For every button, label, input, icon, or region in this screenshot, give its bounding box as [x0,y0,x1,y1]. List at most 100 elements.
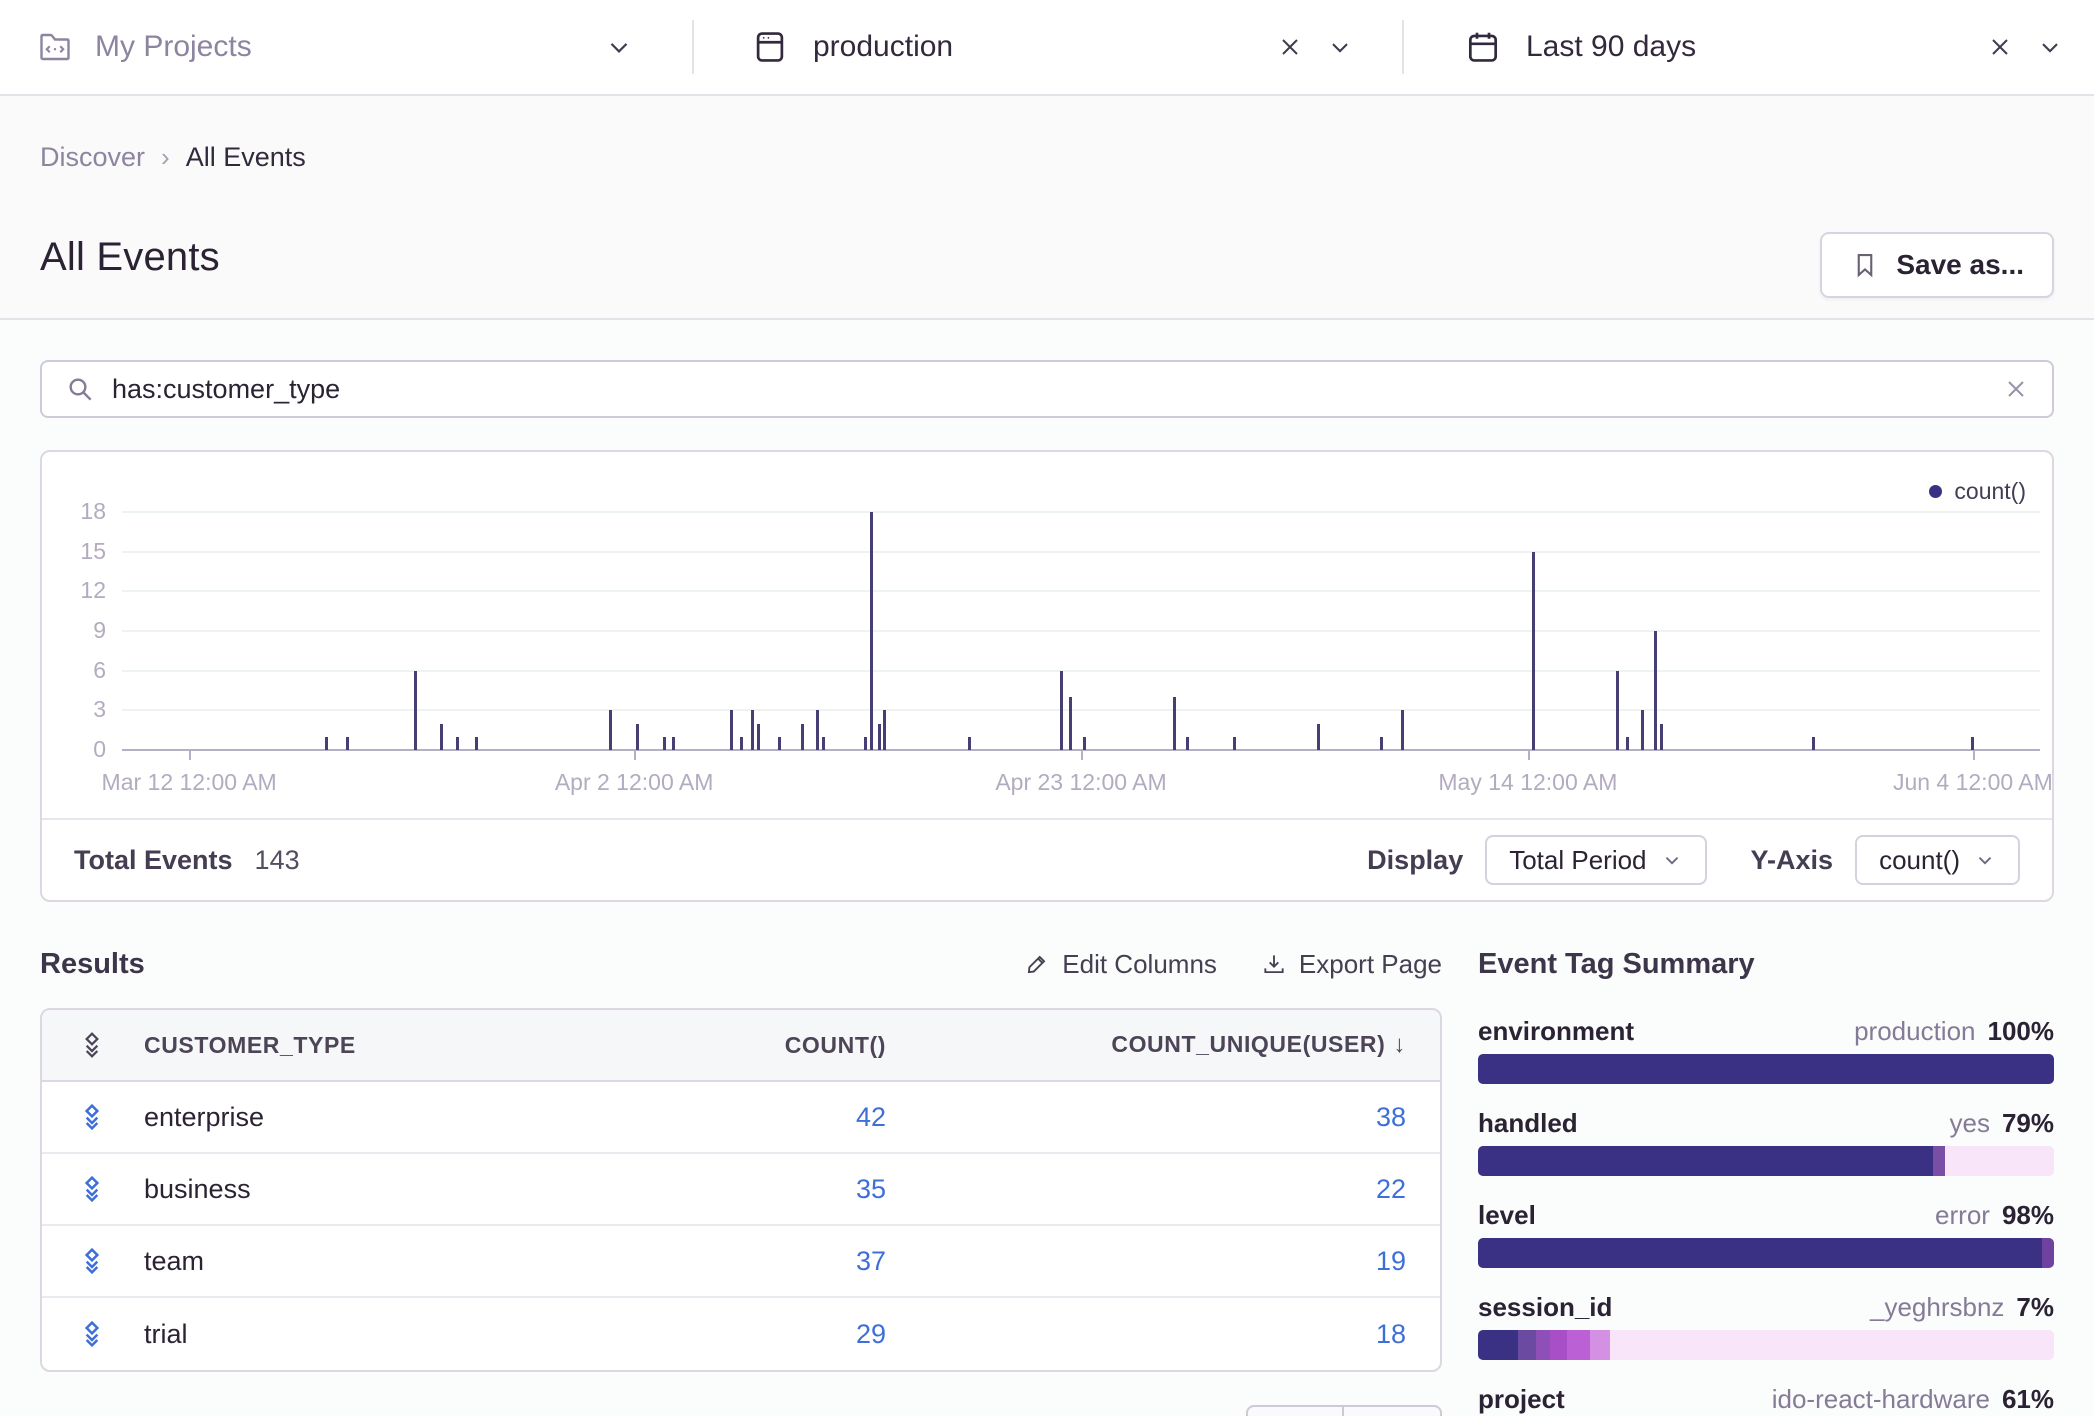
tag-distribution-bar[interactable] [1478,1238,2054,1268]
tag-name[interactable]: handled [1478,1108,1578,1139]
column-header-count-unique[interactable]: COUNT_UNIQUE(USER)↓ [886,1031,1406,1059]
breadcrumb-discover-link[interactable]: Discover [40,142,145,173]
chart-bar[interactable] [1626,737,1629,750]
chart-bar[interactable] [1660,724,1663,750]
chart-bar[interactable] [878,724,881,750]
tag-distribution-bar[interactable] [1478,1330,2054,1360]
count-cell[interactable]: 29 [466,1319,886,1350]
tag-bar-segment[interactable] [1518,1330,1535,1360]
table-row[interactable]: team3719 [42,1226,1440,1298]
tag-distribution-bar[interactable] [1478,1146,2054,1176]
tag-bar-segment[interactable] [1550,1330,1567,1360]
column-header-count[interactable]: COUNT() [466,1032,886,1059]
chart-bar[interactable] [1616,671,1619,750]
tag-bar-segment[interactable] [1590,1330,1610,1360]
tag-bar-segment[interactable] [1478,1238,2042,1268]
chart-bar[interactable] [1812,737,1815,750]
chart-bar[interactable] [636,724,639,750]
tag-bar-segment[interactable] [1945,1146,2054,1176]
chart-bar[interactable] [663,737,666,750]
chart-bar[interactable] [870,512,873,750]
count-cell[interactable]: 42 [466,1102,886,1133]
chevron-down-icon[interactable] [2036,33,2064,61]
chart-bar[interactable] [1069,697,1072,750]
chart-bar[interactable] [1060,671,1063,750]
chart-bar[interactable] [1641,710,1644,750]
chart-bar[interactable] [609,710,612,750]
chart-bar[interactable] [740,737,743,750]
tag-bar-segment[interactable] [1536,1330,1550,1360]
chart-bar[interactable] [1083,737,1086,750]
chevron-down-icon[interactable] [1326,33,1354,61]
tag-bar-segment[interactable] [1478,1054,2054,1084]
chart-bar[interactable] [730,710,733,750]
chart-bar[interactable] [968,737,971,750]
table-row[interactable]: enterprise4238 [42,1082,1440,1154]
chart-bar[interactable] [1532,552,1535,750]
chart-bar[interactable] [1173,697,1176,750]
page-title: All Events [40,235,2054,280]
pagination-next-button[interactable] [1344,1405,1442,1416]
chart-bar[interactable] [1654,631,1657,750]
chart-bar[interactable] [1186,737,1189,750]
count-unique-cell[interactable]: 22 [886,1174,1406,1205]
tag-bar-segment[interactable] [1567,1330,1590,1360]
export-page-button[interactable]: Export Page [1261,949,1442,980]
count-cell[interactable]: 35 [466,1174,886,1205]
tag-bar-segment[interactable] [1933,1146,1945,1176]
chart-bar[interactable] [822,737,825,750]
display-select[interactable]: Total Period [1485,835,1706,885]
tag-name[interactable]: session_id [1478,1292,1612,1323]
chart-legend[interactable]: count() [1929,478,2026,505]
edit-columns-button[interactable]: Edit Columns [1024,949,1217,980]
chart-bar[interactable] [325,737,328,750]
chart-bar[interactable] [440,724,443,750]
search-bar[interactable]: has:customer_type [40,360,2054,418]
environment-filter[interactable]: production [694,0,1402,94]
count-unique-cell[interactable]: 19 [886,1246,1406,1277]
tag-bar-segment[interactable] [1478,1146,1933,1176]
chart-bar[interactable] [1401,710,1404,750]
tag-bar-segment[interactable] [1478,1330,1518,1360]
chart-bar[interactable] [801,724,804,750]
tag-name[interactable]: environment [1478,1016,1634,1047]
y-axis-select[interactable]: count() [1855,835,2020,885]
chart-bar[interactable] [778,737,781,750]
search-input[interactable]: has:customer_type [112,374,2002,405]
table-row[interactable]: trial2918 [42,1298,1440,1370]
chart-bar[interactable] [864,737,867,750]
chevron-down-icon[interactable] [604,32,634,62]
clear-search-icon[interactable] [2002,375,2030,403]
chart-bar[interactable] [1971,737,1974,750]
clear-environment-icon[interactable] [1276,33,1304,61]
chart-bar[interactable] [883,710,886,750]
chart-bar[interactable] [1317,724,1320,750]
count-unique-cell[interactable]: 38 [886,1102,1406,1133]
clear-date-icon[interactable] [1986,33,2014,61]
table-row[interactable]: business3522 [42,1154,1440,1226]
chart-bar[interactable] [1233,737,1236,750]
chart-bar[interactable] [1380,737,1383,750]
pagination-prev-button[interactable] [1246,1405,1344,1416]
tag-name[interactable]: level [1478,1200,1536,1231]
events-chart[interactable]: count() 0369121518Mar 12 12:00 AMApr 2 1… [42,452,2052,818]
chart-bar[interactable] [672,737,675,750]
column-header-customer-type[interactable]: CUSTOMER_TYPE [144,1032,356,1059]
chart-bar[interactable] [475,737,478,750]
tag-bar-segment[interactable] [1610,1330,2054,1360]
count-unique-cell[interactable]: 18 [886,1319,1406,1350]
count-cell[interactable]: 37 [466,1246,886,1277]
date-range-filter[interactable]: Last 90 days [1404,0,2094,94]
chart-bar[interactable] [456,737,459,750]
project-filter[interactable]: My Projects [0,0,692,94]
x-axis-tick [189,751,191,760]
save-as-button[interactable]: Save as... [1820,232,2054,298]
chart-bar[interactable] [346,737,349,750]
tag-distribution-bar[interactable] [1478,1054,2054,1084]
chart-bar[interactable] [414,671,417,750]
tag-name[interactable]: project [1478,1384,1565,1415]
tag-bar-segment[interactable] [2042,1238,2054,1268]
chart-bar[interactable] [757,724,760,750]
chart-bar[interactable] [751,710,754,750]
chart-bar[interactable] [816,710,819,750]
